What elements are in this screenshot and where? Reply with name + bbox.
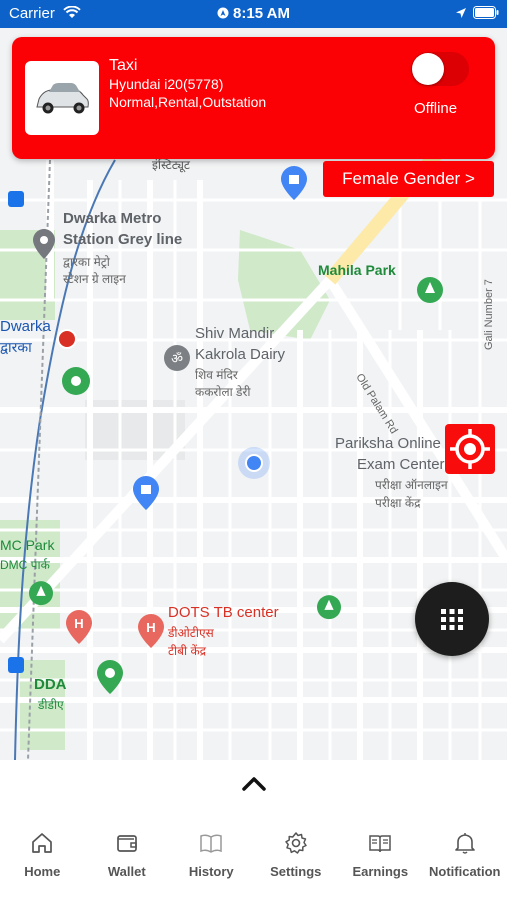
tree-pin-icon — [29, 581, 53, 606]
map-pin-park-1[interactable] — [417, 277, 443, 312]
tree-pin-icon — [317, 595, 341, 620]
nav-item-home[interactable]: Home — [0, 830, 85, 890]
nav-item-notification[interactable]: Notification — [423, 830, 507, 890]
map-label-shiv-mandir-1: Shiv Mandir — [195, 325, 275, 342]
location-pin-icon — [97, 660, 123, 694]
map-label-dots-tb-hi1: डीओटीएस — [168, 626, 214, 640]
map-label-pariksha-2: Exam Center — [357, 456, 445, 473]
nav-label-history: History — [188, 864, 234, 879]
hospital-pin-icon: H — [66, 610, 92, 644]
nav-item-wallet[interactable]: Wallet — [85, 830, 170, 890]
map-label-pariksha-hi2: परीक्षा केंद्र — [375, 496, 421, 510]
map-pin-park-2[interactable] — [29, 581, 53, 614]
shopping-pin-icon — [133, 476, 159, 510]
female-gender-button[interactable]: Female Gender > — [323, 161, 494, 197]
map-label-dmc-park: MC Park — [0, 537, 55, 553]
map-pin-shopping-top[interactable] — [281, 166, 307, 205]
location-arrow-icon — [456, 7, 466, 18]
gear-icon — [285, 832, 307, 854]
map-pin-dwarka-metro[interactable] — [33, 229, 55, 264]
nav-label-home: Home — [24, 864, 61, 879]
map-label-dmc-park-hi: DMC पार्क — [0, 558, 50, 572]
home-icon — [32, 833, 53, 853]
map-pin-shiv-mandir[interactable]: ॐ — [164, 345, 190, 380]
map-pin-park-3[interactable] — [317, 595, 341, 628]
map-pin-dda[interactable] — [97, 660, 123, 699]
vehicle-model: Hyundai i20(5778) — [109, 76, 224, 92]
menu-grid-button[interactable] — [415, 582, 489, 656]
bell-icon — [454, 833, 475, 854]
recenter-button[interactable] — [445, 424, 495, 474]
map-label-gali-number: Gali Number 7 — [483, 279, 495, 350]
wallet-icon — [116, 835, 137, 852]
map-pin-shopping[interactable] — [133, 476, 159, 515]
metro-station-icon[interactable] — [57, 329, 77, 349]
bottom-panel: Home Wallet History Settings Earnings No… — [0, 760, 507, 900]
nav-label-settings: Settings — [270, 864, 322, 879]
bus-stop-icon[interactable] — [8, 657, 24, 673]
car-icon — [36, 83, 89, 114]
nav-label-wallet: Wallet — [107, 864, 146, 879]
map-label-shiv-mandir-2: Kakrola Dairy — [195, 346, 286, 363]
book-icon — [200, 834, 222, 853]
bottom-nav: Home Wallet History Settings Earnings No… — [0, 830, 507, 890]
map-label-dwarka: Dwarka — [0, 318, 51, 335]
status-time: 8:15 AM — [0, 5, 507, 22]
ledger-icon — [369, 835, 391, 853]
shopping-pin-icon — [281, 166, 307, 200]
map-label-mahila-park: Mahila Park — [318, 262, 396, 278]
nav-item-settings[interactable]: Settings — [254, 830, 339, 890]
map-label-dwarka-metro-hi2: स्टेशन ग्रे लाइन — [63, 272, 126, 286]
map-pin-green-1[interactable] — [62, 367, 90, 404]
crosshair-icon — [450, 429, 490, 469]
map-label-pariksha-1: Pariksha Online — [335, 435, 441, 452]
chevron-up-icon[interactable] — [240, 772, 268, 796]
online-toggle[interactable] — [411, 52, 469, 86]
map-label-dwarka-metro-1: Dwarka Metro — [63, 210, 162, 227]
current-location-dot — [238, 447, 270, 479]
nav-label-earnings: Earnings — [352, 864, 409, 879]
map-label-dda-hi: डीडीए — [38, 698, 64, 712]
map-label-dots-tb: DOTS TB center — [168, 604, 279, 621]
location-pin-icon — [33, 229, 55, 259]
map-label-dwarka-metro-2: Station Grey line — [63, 231, 183, 248]
toggle-knob — [412, 53, 444, 85]
vehicle-services: Normal,Rental,Outstation — [109, 94, 267, 110]
map-pin-hospital-2[interactable]: H — [138, 614, 164, 653]
map-pin-hospital-1[interactable]: H — [66, 610, 92, 649]
vehicle-type: Taxi — [109, 57, 138, 74]
temple-pin-icon: ॐ — [164, 345, 190, 371]
map-label-dots-tb-hi2: टीबी केंद्र — [168, 644, 207, 658]
svg-text:ॐ: ॐ — [171, 352, 183, 367]
vehicle-thumbnail — [25, 61, 99, 135]
nav-item-history[interactable]: History — [169, 830, 254, 890]
battery-icon — [473, 6, 499, 19]
leisure-pin-icon — [62, 367, 90, 395]
map-label-dda: DDA — [34, 676, 67, 693]
tree-pin-icon — [417, 277, 443, 303]
map-label-pariksha-hi1: परीक्षा ऑनलाइन — [375, 478, 448, 492]
map-label-dwarka-hi: द्वारका — [0, 339, 32, 355]
map-label-shiv-mandir-hi1: शिव मंदिर — [195, 368, 238, 382]
map-label-dwarka-metro-hi1: द्वारका मेट्रो — [63, 255, 110, 269]
driver-vehicle-card: Taxi Hyundai i20(5778) Normal,Rental,Out… — [12, 37, 495, 159]
grid-icon — [441, 609, 463, 630]
orientation-lock-icon — [217, 7, 229, 19]
map-label-shiv-mandir-hi2: ककरोला डेरी — [195, 385, 251, 399]
svg-text:H: H — [74, 616, 83, 631]
status-bar: Carrier 8:15 AM — [0, 0, 507, 28]
nav-item-earnings[interactable]: Earnings — [338, 830, 423, 890]
hospital-pin-icon: H — [138, 614, 164, 648]
bus-stop-icon[interactable] — [8, 191, 24, 207]
svg-text:H: H — [146, 620, 155, 635]
online-status-label: Offline — [414, 100, 458, 117]
nav-label-notification: Notification — [429, 864, 501, 879]
